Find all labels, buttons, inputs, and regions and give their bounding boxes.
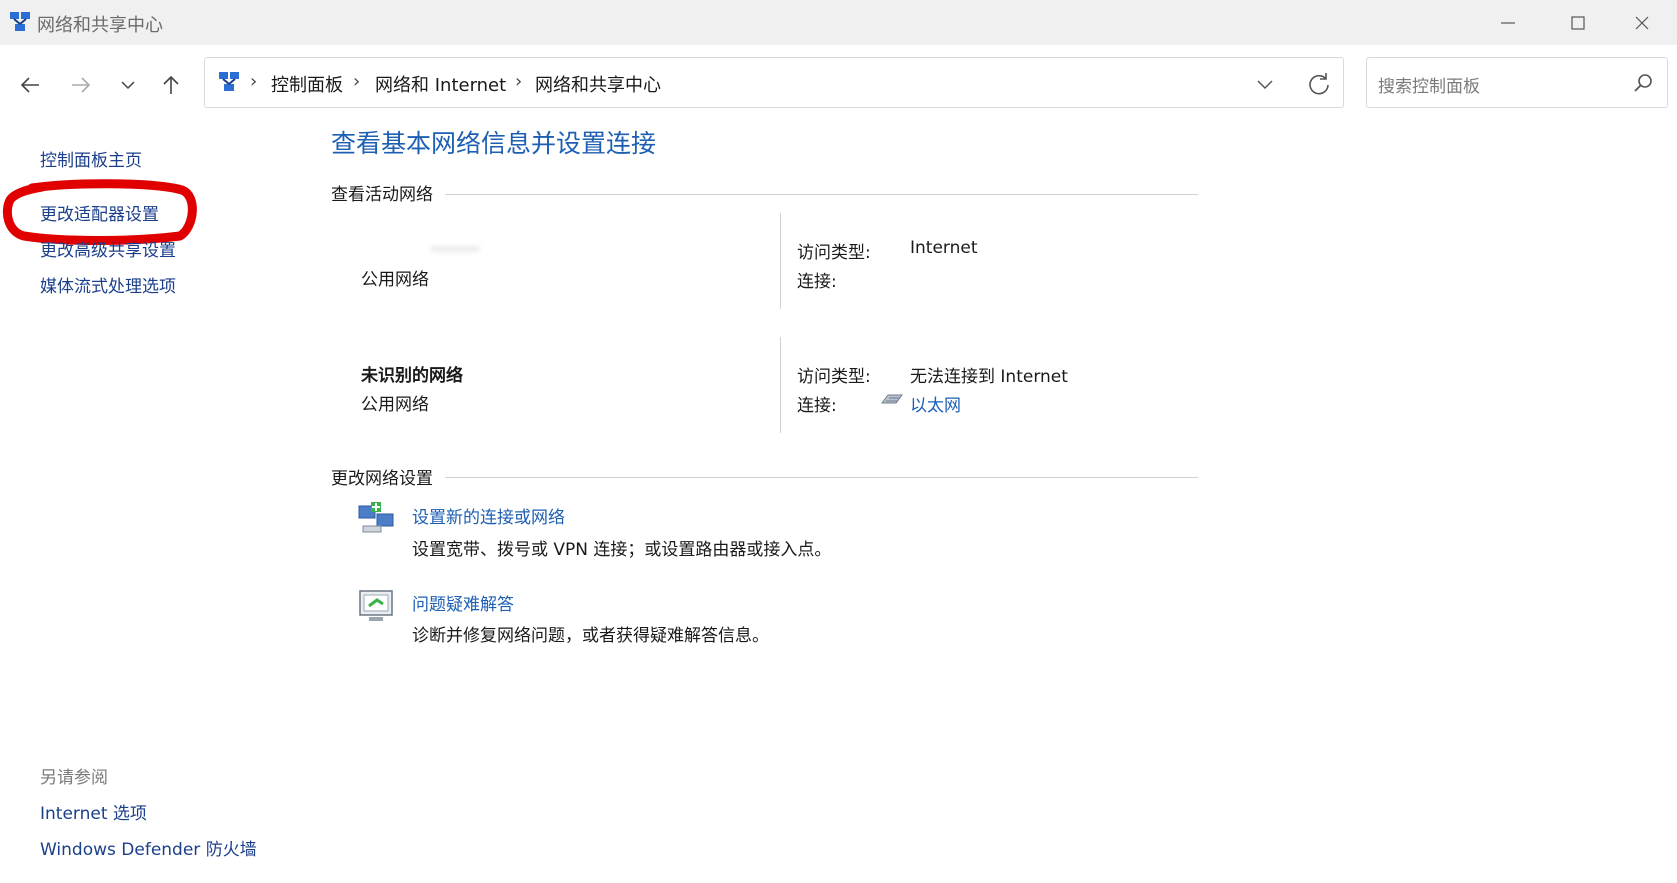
sidebar-item-control-panel-home[interactable]: 控制面板主页 xyxy=(40,146,142,171)
network-divider xyxy=(780,213,781,309)
search-placeholder: 搜索控制面板 xyxy=(1378,77,1480,97)
network-divider xyxy=(780,337,781,433)
connections-label: 连接: xyxy=(797,272,837,292)
change-settings-heading: 更改网络设置 xyxy=(331,469,433,489)
network-type: 公用网络 xyxy=(361,395,429,415)
see-also-firewall[interactable]: Windows Defender 防火墙 xyxy=(40,835,257,860)
sidebar-item-change-advanced-sharing[interactable]: 更改高级共享设置 xyxy=(40,236,176,261)
up-arrow-icon xyxy=(163,75,179,94)
breadcrumb-separator: › xyxy=(250,71,258,92)
breadcrumb-separator: › xyxy=(515,71,523,92)
up-button[interactable] xyxy=(153,67,189,103)
new-connection-icon xyxy=(358,502,394,533)
navigation-bar: › 控制面板 › 网络和 Internet › 网络和共享中心 搜索控制面板 xyxy=(0,45,1677,121)
troubleshoot-link[interactable]: 问题疑难解答 xyxy=(412,590,514,615)
close-icon xyxy=(1635,16,1649,29)
access-type-value: Internet xyxy=(910,238,978,258)
setup-new-connection-link[interactable]: 设置新的连接或网络 xyxy=(412,503,565,528)
troubleshoot-icon xyxy=(359,590,393,621)
back-arrow-icon xyxy=(20,77,39,93)
refresh-icon[interactable] xyxy=(1305,70,1333,98)
chevron-down-icon xyxy=(121,81,135,90)
title-bar: 网络和共享中心 xyxy=(0,0,1677,45)
connections-label: 连接: xyxy=(797,396,837,416)
forward-button[interactable] xyxy=(63,67,99,103)
breadcrumb-network-sharing-center[interactable]: 网络和共享中心 xyxy=(535,71,661,97)
network-sharing-icon xyxy=(10,12,30,31)
page-title: 查看基本网络信息并设置连接 xyxy=(331,129,657,158)
back-button[interactable] xyxy=(12,67,48,103)
forward-arrow-icon xyxy=(72,77,91,93)
troubleshoot-description: 诊断并修复网络问题，或者获得疑难解答信息。 xyxy=(412,626,769,646)
close-button[interactable] xyxy=(1607,0,1677,45)
network-name-obscured xyxy=(430,246,480,252)
recent-locations-button[interactable] xyxy=(110,67,146,103)
address-dropdown-icon[interactable] xyxy=(1253,72,1277,96)
minimize-icon xyxy=(1501,21,1515,24)
access-type-value: 无法连接到 Internet xyxy=(910,367,1068,387)
window-title: 网络和共享中心 xyxy=(37,15,163,36)
search-box[interactable]: 搜索控制面板 xyxy=(1366,57,1668,108)
network-type: 公用网络 xyxy=(361,270,429,290)
see-also-internet-options[interactable]: Internet 选项 xyxy=(40,799,147,824)
active-networks-heading: 查看活动网络 xyxy=(331,185,433,205)
network-name: 未识别的网络 xyxy=(361,366,463,386)
access-type-label: 访问类型: xyxy=(797,367,871,387)
minimize-button[interactable] xyxy=(1473,0,1543,45)
access-type-label: 访问类型: xyxy=(797,243,871,263)
ethernet-icon xyxy=(881,394,903,404)
breadcrumb-network-internet[interactable]: 网络和 Internet xyxy=(375,71,506,97)
ethernet-connection-link[interactable]: 以太网 xyxy=(910,391,961,416)
see-also-heading: 另请参阅 xyxy=(40,768,108,788)
section-divider xyxy=(445,477,1198,478)
setup-new-connection-description: 设置宽带、拨号或 VPN 连接；或设置路由器或接入点。 xyxy=(412,540,832,560)
breadcrumb-control-panel[interactable]: 控制面板 xyxy=(271,71,343,97)
search-icon xyxy=(1634,74,1652,92)
maximize-icon xyxy=(1571,15,1585,30)
breadcrumb-separator: › xyxy=(353,71,361,92)
maximize-button[interactable] xyxy=(1543,0,1613,45)
sidebar-item-media-streaming[interactable]: 媒体流式处理选项 xyxy=(40,272,176,297)
address-bar[interactable]: › 控制面板 › 网络和 Internet › 网络和共享中心 xyxy=(204,57,1344,108)
section-divider xyxy=(445,194,1198,195)
network-sharing-icon xyxy=(219,72,239,91)
